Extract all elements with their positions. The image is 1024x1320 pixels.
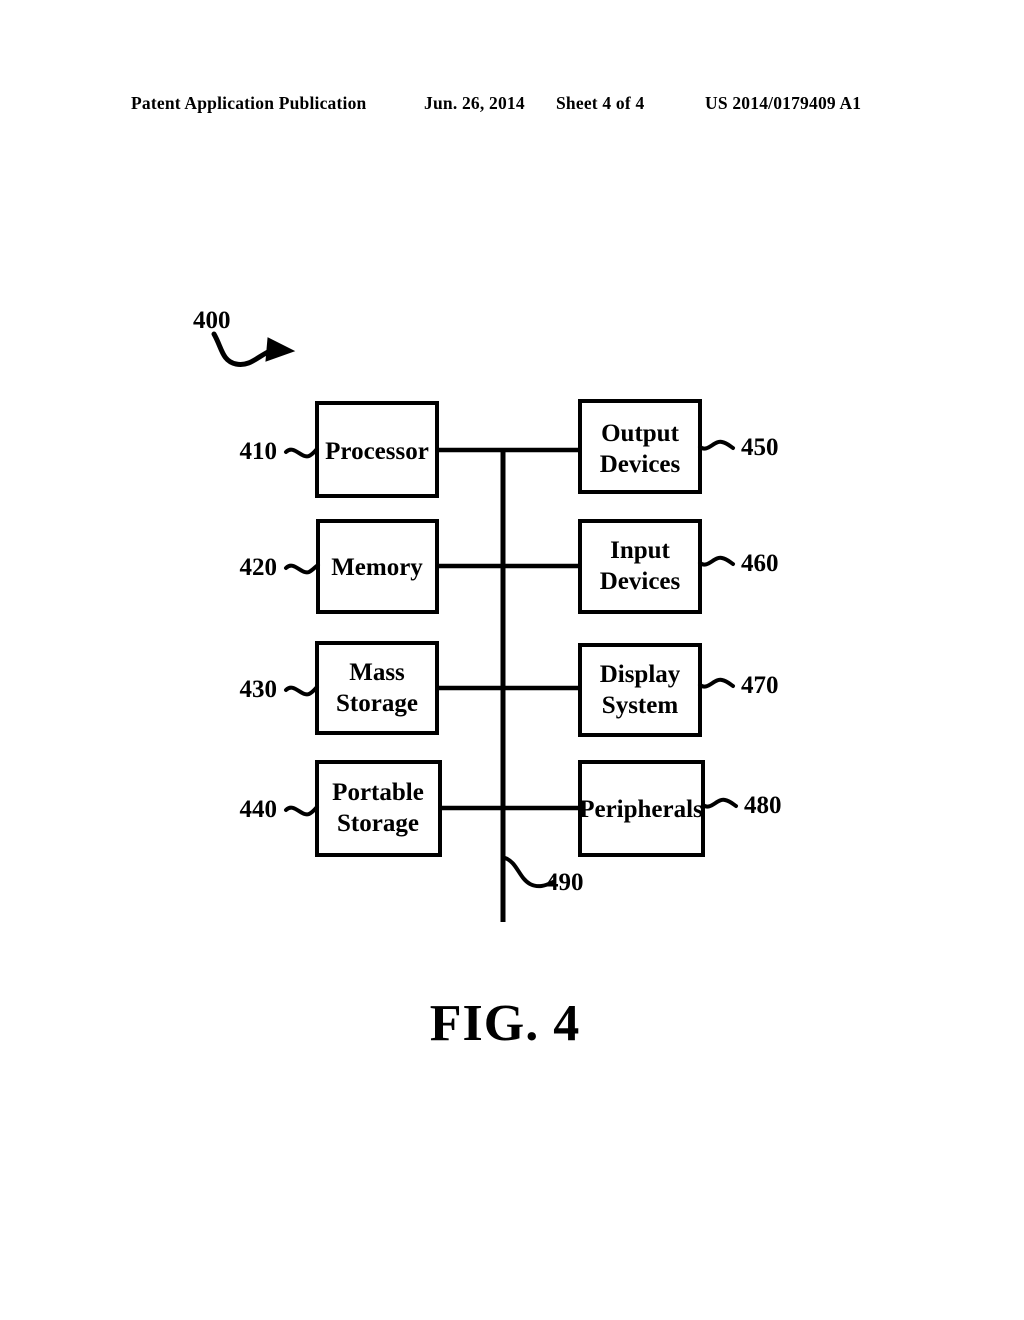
block-memory-label-line1: Memory	[331, 554, 423, 581]
block-display-system[interactable]: Display System	[578, 643, 702, 737]
ref-label-410: 410	[240, 438, 278, 465]
block-portable-storage[interactable]: Portable Storage	[315, 760, 442, 857]
ref-leader-480: 480	[701, 792, 782, 819]
ref-label-470: 470	[741, 672, 779, 699]
ref-label-400: 400	[193, 307, 231, 334]
block-display-system-label-line1: Display	[600, 661, 681, 688]
ref-leader-470: 470	[698, 672, 779, 699]
ref-label-450: 450	[741, 434, 779, 461]
ref-leader-460-curve	[698, 555, 735, 567]
ref-label-440: 440	[240, 796, 278, 823]
block-processor[interactable]: Processor	[315, 401, 439, 498]
block-output-devices-label-line1: Output	[601, 420, 679, 447]
ref-label-490: 490	[546, 869, 584, 896]
ref-leader-450: 450	[698, 434, 779, 461]
ref-leader-420: 420	[240, 554, 320, 581]
block-input-devices-rect[interactable]	[578, 519, 702, 614]
block-output-devices-label-line2: Devices	[600, 451, 681, 478]
block-mass-storage[interactable]: Mass Storage	[315, 641, 439, 735]
block-input-devices[interactable]: Input Devices	[578, 519, 702, 614]
block-peripherals-label-line1: Peripherals	[579, 796, 703, 823]
system-reference-arrow-curve	[211, 331, 275, 367]
block-portable-storage-label-line2: Storage	[337, 810, 419, 837]
ref-label-420: 420	[240, 554, 278, 581]
block-mass-storage-label-line2: Storage	[336, 690, 418, 717]
figure-4-diagram: 400 490 Processor 410 Output Devices 450…	[193, 307, 782, 1052]
ref-leader-430-curve	[284, 685, 319, 697]
block-mass-storage-label-line1: Mass	[349, 659, 405, 686]
block-input-devices-label-line2: Devices	[600, 568, 681, 595]
system-reference-arrowhead	[265, 337, 296, 362]
block-mass-storage-rect[interactable]	[315, 641, 439, 735]
ref-label-430: 430	[240, 676, 278, 703]
block-display-system-label-line2: System	[602, 692, 679, 719]
system-reference-400: 400	[193, 307, 296, 367]
ref-leader-430: 430	[240, 676, 319, 703]
ref-leader-410: 410	[240, 438, 319, 465]
ref-leader-440: 440	[240, 796, 319, 823]
block-portable-storage-label-line1: Portable	[332, 779, 424, 806]
block-input-devices-label-line1: Input	[610, 537, 670, 564]
block-memory[interactable]: Memory	[316, 519, 439, 614]
block-display-system-rect[interactable]	[578, 643, 702, 737]
ref-label-460: 460	[741, 550, 779, 577]
block-peripherals[interactable]: Peripherals	[578, 760, 705, 857]
ref-leader-470-curve	[698, 677, 735, 689]
block-processor-label-line1: Processor	[325, 438, 429, 465]
ref-leader-480-curve	[701, 797, 738, 809]
block-portable-storage-rect[interactable]	[315, 760, 442, 857]
ref-leader-420-curve	[284, 563, 320, 575]
figure-caption: FIG. 4	[430, 995, 580, 1052]
ref-leader-460: 460	[698, 550, 779, 577]
ref-label-480: 480	[744, 792, 782, 819]
block-output-devices[interactable]: Output Devices	[578, 399, 702, 494]
ref-leader-440-curve	[284, 805, 319, 817]
ref-leader-410-curve	[284, 447, 319, 459]
ref-leader-450-curve	[698, 439, 735, 451]
